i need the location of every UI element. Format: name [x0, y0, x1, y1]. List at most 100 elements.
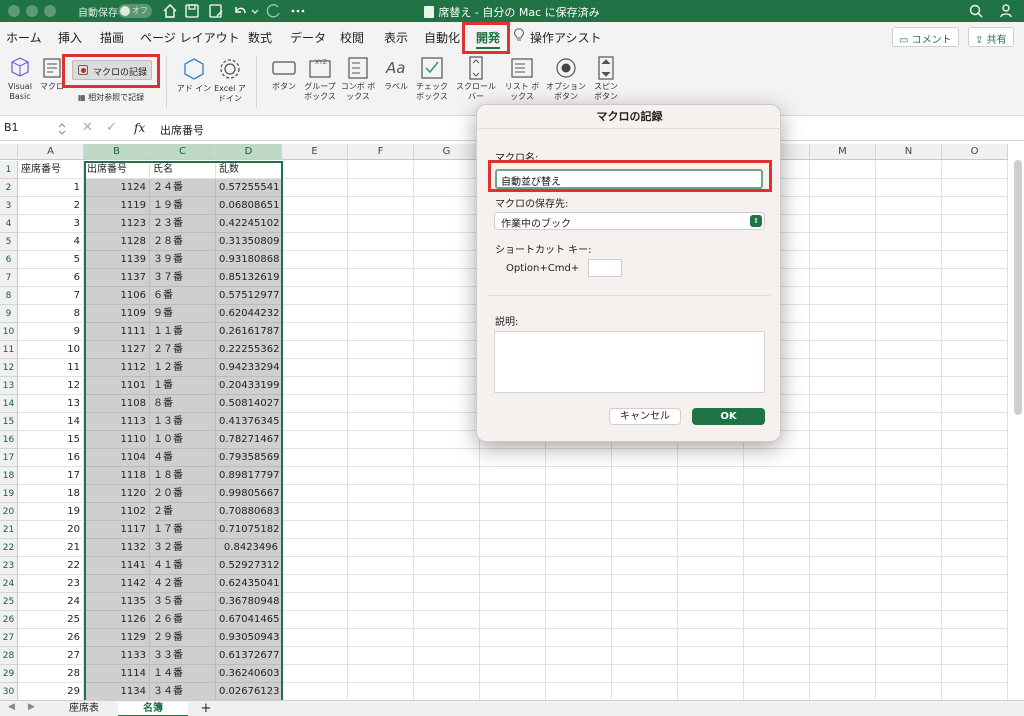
table-cell[interactable]: 25	[18, 611, 84, 629]
empty-cell[interactable]	[810, 593, 876, 611]
column-header-f[interactable]: F	[348, 144, 414, 160]
table-cell[interactable]: 1102	[84, 503, 150, 521]
table-cell[interactable]: 5	[18, 251, 84, 269]
empty-cell[interactable]	[348, 305, 414, 323]
empty-cell[interactable]	[546, 611, 612, 629]
table-cell[interactable]: 6	[18, 269, 84, 287]
table-cell[interactable]: 0.41376345	[216, 413, 282, 431]
empty-cell[interactable]	[282, 323, 348, 341]
sheet-tab-roster[interactable]: 名簿	[118, 702, 188, 716]
empty-cell[interactable]	[810, 521, 876, 539]
empty-cell[interactable]	[678, 449, 744, 467]
empty-cell[interactable]	[282, 611, 348, 629]
empty-cell[interactable]	[744, 467, 810, 485]
empty-cell[interactable]	[942, 197, 1008, 215]
table-cell[interactable]: 0.78271467	[216, 431, 282, 449]
table-cell[interactable]: 0.62435041	[216, 575, 282, 593]
empty-cell[interactable]	[876, 233, 942, 251]
row-header[interactable]: 29	[0, 665, 18, 683]
empty-cell[interactable]	[348, 521, 414, 539]
empty-cell[interactable]	[810, 557, 876, 575]
row-header[interactable]: 16	[0, 431, 18, 449]
empty-cell[interactable]	[348, 341, 414, 359]
empty-cell[interactable]	[480, 629, 546, 647]
empty-cell[interactable]	[414, 215, 480, 233]
empty-cell[interactable]	[282, 593, 348, 611]
empty-cell[interactable]	[678, 539, 744, 557]
next-sheet-icon[interactable]: ▶	[28, 702, 35, 712]
select-all-corner[interactable]	[0, 144, 18, 160]
table-cell[interactable]: 28	[18, 665, 84, 683]
empty-cell[interactable]	[612, 611, 678, 629]
empty-cell[interactable]	[348, 629, 414, 647]
empty-cell[interactable]	[348, 413, 414, 431]
group-box-button[interactable]: XYZ グループ ボックス	[302, 56, 338, 102]
empty-cell[interactable]	[942, 629, 1008, 647]
empty-cell[interactable]	[678, 611, 744, 629]
empty-cell[interactable]	[678, 467, 744, 485]
confirm-entry-icon[interactable]: ✓	[106, 120, 117, 135]
empty-cell[interactable]	[678, 683, 744, 700]
empty-cell[interactable]	[414, 233, 480, 251]
table-cell[interactable]: １番	[150, 377, 216, 395]
empty-cell[interactable]	[942, 521, 1008, 539]
header-cell[interactable]: 乱数	[216, 161, 282, 179]
table-cell[interactable]: ３５番	[150, 593, 216, 611]
empty-cell[interactable]	[942, 305, 1008, 323]
table-cell[interactable]: 12	[18, 377, 84, 395]
empty-cell[interactable]	[678, 557, 744, 575]
empty-cell[interactable]	[414, 683, 480, 700]
empty-cell[interactable]	[678, 647, 744, 665]
table-cell[interactable]: 27	[18, 647, 84, 665]
empty-cell[interactable]	[876, 503, 942, 521]
empty-cell[interactable]	[282, 521, 348, 539]
empty-cell[interactable]	[810, 197, 876, 215]
table-cell[interactable]: 1106	[84, 287, 150, 305]
empty-cell[interactable]	[480, 665, 546, 683]
table-cell[interactable]: 10	[18, 341, 84, 359]
table-cell[interactable]: 1108	[84, 395, 150, 413]
table-cell[interactable]: ８番	[150, 395, 216, 413]
empty-cell[interactable]	[546, 521, 612, 539]
empty-cell[interactable]	[942, 647, 1008, 665]
empty-cell[interactable]	[810, 233, 876, 251]
vertical-scrollbar[interactable]	[1014, 160, 1022, 415]
spin-button-button[interactable]: スピン ボタン	[590, 56, 622, 102]
empty-cell[interactable]	[282, 647, 348, 665]
empty-cell[interactable]	[414, 305, 480, 323]
table-cell[interactable]: 0.89817797	[216, 467, 282, 485]
empty-cell[interactable]	[678, 593, 744, 611]
table-cell[interactable]: 7	[18, 287, 84, 305]
empty-cell[interactable]	[810, 161, 876, 179]
empty-cell[interactable]	[348, 647, 414, 665]
check-box-button[interactable]: チェック ボックス	[414, 56, 450, 102]
empty-cell[interactable]	[810, 683, 876, 700]
empty-cell[interactable]	[810, 665, 876, 683]
column-header-e[interactable]: E	[282, 144, 348, 160]
empty-cell[interactable]	[942, 539, 1008, 557]
empty-cell[interactable]	[282, 683, 348, 700]
tab-insert[interactable]: 挿入	[58, 29, 82, 46]
description-textarea[interactable]	[494, 331, 765, 393]
empty-cell[interactable]	[282, 197, 348, 215]
empty-cell[interactable]	[810, 647, 876, 665]
empty-cell[interactable]	[942, 359, 1008, 377]
empty-cell[interactable]	[348, 197, 414, 215]
empty-cell[interactable]	[876, 251, 942, 269]
empty-cell[interactable]	[612, 575, 678, 593]
empty-cell[interactable]	[942, 557, 1008, 575]
empty-cell[interactable]	[876, 521, 942, 539]
column-header-m[interactable]: M	[810, 144, 876, 160]
table-cell[interactable]: ３４番	[150, 683, 216, 700]
column-header-b[interactable]: B	[84, 144, 150, 160]
row-header[interactable]: 22	[0, 539, 18, 557]
empty-cell[interactable]	[480, 683, 546, 700]
tab-home[interactable]: ホーム	[6, 29, 42, 46]
empty-cell[interactable]	[876, 629, 942, 647]
table-cell[interactable]: 1128	[84, 233, 150, 251]
empty-cell[interactable]	[480, 485, 546, 503]
formula-input[interactable]: 出席番号	[160, 122, 204, 138]
empty-cell[interactable]	[744, 449, 810, 467]
empty-cell[interactable]	[876, 287, 942, 305]
row-header[interactable]: 26	[0, 611, 18, 629]
